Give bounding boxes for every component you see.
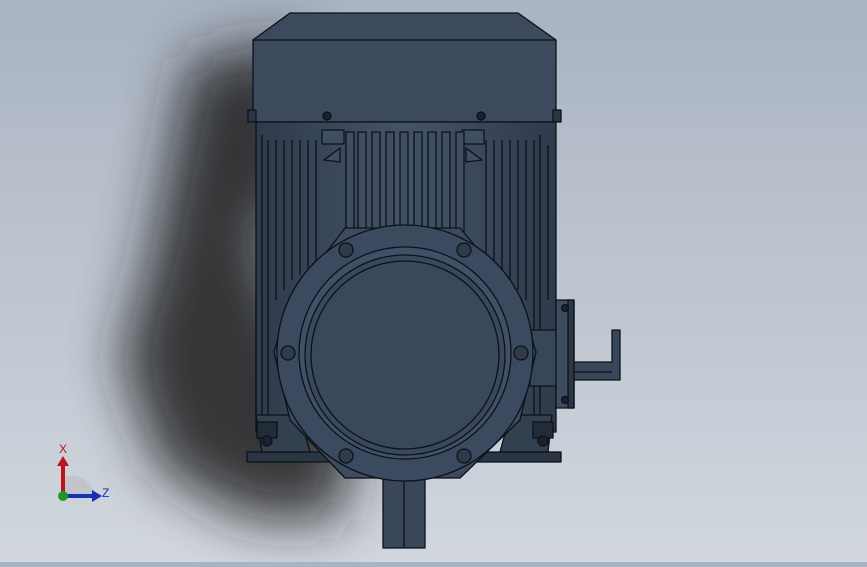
- y-axis-dot: [58, 491, 68, 501]
- 3d-viewport[interactable]: X Z: [0, 0, 867, 562]
- z-axis-label: Z: [102, 486, 109, 500]
- z-axis-arrowhead: [92, 490, 102, 502]
- x-axis-label: X: [59, 442, 67, 456]
- coordinate-triad: X Z: [48, 438, 118, 508]
- fan-cover-screw: [322, 111, 332, 121]
- fan-cover: [252, 12, 557, 123]
- fan-cover-screw: [476, 111, 486, 121]
- end-cover: [304, 254, 506, 456]
- motor-model-view[interactable]: [0, 0, 867, 562]
- x-axis-arrowhead: [57, 456, 69, 466]
